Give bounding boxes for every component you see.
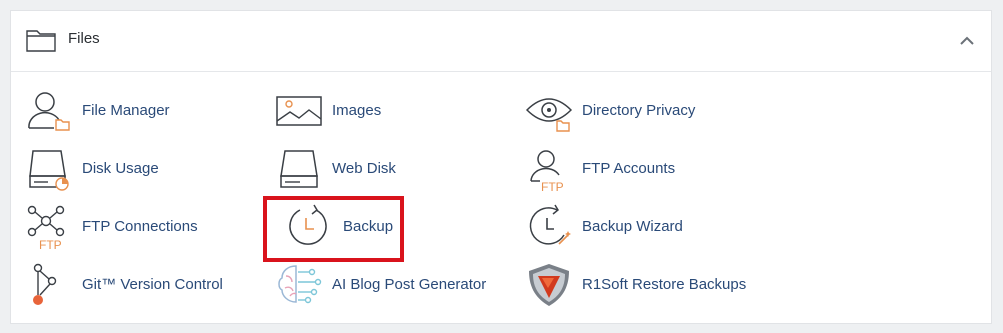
item-label: R1Soft Restore Backups (582, 276, 747, 293)
backup-wizard-icon (529, 204, 571, 245)
backup-icon (289, 204, 327, 245)
svg-text:FTP: FTP (39, 238, 62, 250)
r1soft-shield-icon (529, 264, 569, 306)
disk-usage-icon (29, 150, 69, 191)
item-label: Backup Wizard (582, 218, 683, 235)
item-label: Web Disk (332, 160, 396, 177)
item-label: FTP Accounts (582, 160, 676, 177)
item-label: File Manager (82, 102, 170, 119)
file-manager-icon (28, 92, 70, 131)
ftp-connections-icon: FTP (27, 205, 65, 250)
backup-link[interactable]: Backup (286, 204, 406, 250)
directory-privacy-link[interactable]: Directory Privacy (526, 88, 746, 134)
git-version-control-link[interactable]: Git™ Version Control (26, 262, 246, 308)
item-label: Backup (343, 218, 394, 235)
ftp-accounts-icon: FTP (530, 150, 564, 192)
svg-text:FTP: FTP (541, 180, 564, 192)
section-title: Files (68, 30, 100, 47)
item-label: Disk Usage (82, 160, 159, 177)
item-label: AI Blog Post Generator (332, 276, 487, 293)
ftp-connections-link[interactable]: FTP FTP Connections (26, 204, 226, 250)
folder-icon (26, 30, 56, 52)
files-section-header[interactable]: Files (11, 11, 991, 72)
item-label: Images (332, 102, 382, 119)
chevron-up-icon[interactable] (957, 31, 977, 51)
backup-wizard-link[interactable]: Backup Wizard (526, 204, 746, 250)
directory-privacy-icon (526, 98, 572, 132)
images-link[interactable]: Images (276, 88, 476, 134)
item-label: Git™ Version Control (82, 276, 223, 293)
images-icon (276, 96, 322, 126)
item-label: FTP Connections (82, 218, 198, 235)
disk-usage-link[interactable]: Disk Usage (26, 146, 226, 192)
web-disk-link[interactable]: Web Disk (276, 146, 476, 192)
item-label: Directory Privacy (582, 102, 696, 119)
files-panel: Files File Manager Images Directory Priv… (10, 10, 992, 324)
r1soft-restore-backups-link[interactable]: R1Soft Restore Backups (526, 262, 766, 308)
ai-brain-icon (278, 265, 322, 304)
ftp-accounts-link[interactable]: FTP FTP Accounts (526, 146, 746, 192)
web-disk-icon (280, 150, 318, 188)
git-icon (33, 263, 57, 305)
ai-blog-post-generator-link[interactable]: AI Blog Post Generator (276, 262, 506, 308)
file-manager-link[interactable]: File Manager (26, 88, 226, 134)
